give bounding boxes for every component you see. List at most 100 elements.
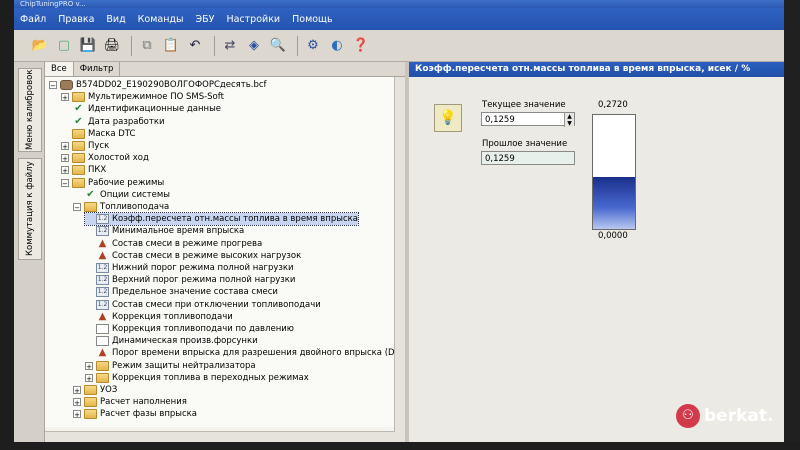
expand-icon[interactable]: + (61, 154, 69, 163)
tree-item[interactable]: ▲ Состав смеси в режиме прогрева (85, 237, 263, 250)
expand-icon[interactable]: + (61, 93, 69, 102)
menu-edit[interactable]: Правка (58, 14, 94, 25)
expand-icon[interactable]: + (73, 410, 81, 419)
tree-item[interactable]: ▲ Порог времени впрыска для разрешения дв… (85, 347, 395, 359)
tree-item-label: Идентификационные данные (88, 104, 222, 115)
tree-item[interactable]: + Режим защиты нейтрализатора (85, 360, 256, 372)
tree-item[interactable]: + Расчет наполнения (73, 396, 187, 408)
tree-vertical-scrollbar[interactable] (394, 77, 405, 442)
new-icon[interactable]: ▢ (54, 36, 74, 56)
help-icon[interactable]: ❓ (351, 36, 371, 56)
tree-item[interactable]: ✔ Опции системы (73, 189, 170, 201)
table-icon: 1.2 (96, 226, 109, 237)
tree-item[interactable]: Коррекция топливоподачи по давлению (85, 323, 294, 335)
tab-file-commutation[interactable]: Коммутация к файлу (18, 158, 42, 260)
print-icon[interactable]: 🖨 (102, 36, 122, 56)
collapse-icon[interactable]: − (49, 81, 57, 90)
tree-item-label: Коррекция топливоподачи по давлению (112, 324, 294, 334)
calibration-tree: − B574DD02_E190290ВОЛГОФОРСдесять.bcf + Мул… (45, 77, 395, 427)
tab-calibration-menu-label: Меню калибровок (25, 69, 35, 151)
gauge-fill (593, 176, 635, 229)
undo-icon[interactable]: ↶ (185, 36, 205, 56)
folder-icon (84, 409, 97, 420)
expand-icon[interactable]: + (85, 373, 93, 383)
info-icon[interactable]: ◈ (244, 36, 264, 56)
menu-ecu[interactable]: ЭБУ (196, 14, 215, 25)
tree-item[interactable]: 1.2 Нижний порог режима полной нагрузки (85, 262, 294, 274)
tree-item-label: Динамическая произв.форсунки (112, 336, 258, 347)
expand-icon[interactable]: + (85, 361, 93, 371)
expand-icon[interactable]: + (73, 398, 81, 407)
tree-item[interactable]: 1.2 Предельное значение состава смеси (85, 286, 278, 298)
tree-item[interactable]: + Пуск (61, 140, 109, 152)
tree-item-label: УОЗ (100, 385, 118, 395)
collapse-icon[interactable]: − (73, 203, 81, 212)
tree-item[interactable]: 1.2 Состав смеси при отключении топливопо… (85, 299, 321, 311)
tree-item[interactable]: + Расчет фазы впрыска (73, 408, 197, 420)
search-icon[interactable]: 🔍 (268, 36, 288, 56)
tree-item-label: Режим защиты нейтрализатора (112, 360, 256, 371)
tab-filter[interactable]: Фильтр (74, 62, 121, 76)
folder-icon (72, 153, 85, 164)
previous-value-label: Прошлое значение (482, 139, 568, 149)
tree-item[interactable]: + Холостой ход (61, 152, 149, 164)
collapse-icon[interactable]: − (61, 178, 69, 188)
connect-icon[interactable]: ⇄ (220, 36, 240, 56)
parameter-panel: Коэфф.пересчета отн.массы топлива в врем… (409, 62, 784, 442)
menu-view[interactable]: Вид (106, 14, 125, 25)
tree-item-label: Порог времени впрыска для разрешения дво… (112, 348, 395, 359)
tree-item[interactable]: + Коррекция топлива в переходных режимах (85, 372, 309, 384)
window-titlebar: ChipTuningPRO v... (14, 0, 784, 8)
menu-file[interactable]: Файл (20, 14, 46, 25)
current-value-input[interactable]: 0,1259 ▲ ▼ (481, 112, 575, 127)
expand-icon[interactable]: + (61, 142, 69, 151)
tree-item-label: Нижний порог режима полной нагрузки (112, 263, 294, 273)
tree-item-label: B574DD02_E190290ВОЛГОФОРСдесять.bcf (76, 80, 267, 90)
parameter-header: Коэфф.пересчета отн.массы топлива в врем… (409, 62, 784, 77)
settings-icon[interactable]: ⚙ (303, 36, 323, 56)
tool-icon[interactable]: ◐ (327, 36, 347, 56)
watermark-logo-icon: ⚇ (676, 404, 700, 428)
menu-help[interactable]: Помощь (292, 14, 332, 25)
menu-bar: Файл Правка Вид Команды ЭБУ Настройки По… (14, 8, 784, 30)
tree-item[interactable]: 1.2 Верхний порог режима полной нагрузки (85, 274, 295, 286)
folder-icon (96, 372, 109, 383)
tree-item[interactable]: − Топливоподача (73, 201, 169, 213)
table-icon: 1.2 (96, 263, 109, 273)
chart-icon: ▲ (98, 237, 107, 249)
tree-item[interactable]: ▲ Коррекция топливоподачи (85, 311, 233, 323)
folder-icon (72, 141, 85, 151)
expand-icon[interactable]: + (61, 166, 69, 175)
tree-item[interactable]: Динамическая произв.форсунки (85, 335, 258, 347)
copy-icon[interactable]: ⧉ (137, 36, 157, 56)
tab-all[interactable]: Все (45, 62, 74, 76)
tree-item[interactable]: − Рабочие режимы (61, 177, 164, 189)
tree-horizontal-scrollbar[interactable] (45, 431, 395, 442)
tree-item-label: Расчет наполнения (100, 397, 187, 408)
menu-settings[interactable]: Настройки (226, 14, 280, 25)
menu-commands[interactable]: Команды (138, 14, 184, 25)
tree-item[interactable]: ✔ Идентификационные данные (61, 103, 221, 115)
tree-item-label: Коррекция топлива в переходных режимах (112, 372, 309, 383)
tree-item-label: Состав смеси в режиме высоких нагрузок (112, 250, 302, 261)
tab-calibration-menu[interactable]: Меню калибровок (18, 68, 42, 152)
monitor-bezel-left (0, 0, 14, 450)
tree-item[interactable]: + ПКХ (61, 164, 106, 176)
open-icon[interactable]: 📂 (30, 36, 50, 56)
lightbulb-icon[interactable]: 💡 (434, 104, 462, 132)
value-spinner[interactable]: ▲ ▼ (564, 113, 574, 127)
tree-item[interactable]: − B574DD02_E190290ВОЛГОФОРСдесять.bcf (49, 79, 267, 91)
save-icon[interactable]: 💾 (78, 36, 98, 56)
tree-item[interactable]: ▲ Состав смеси в режиме высоких нагрузок (85, 250, 302, 262)
tree-item-label: Минимальное время впрыска (112, 226, 245, 237)
tree-item[interactable]: + УОЗ (73, 384, 117, 396)
tree-item-label: Состав смеси в режиме прогрева (112, 238, 263, 249)
table-icon: 1.2 (96, 287, 109, 298)
expand-icon[interactable]: + (73, 386, 81, 395)
tree-item[interactable]: ✔ Дата разработки (61, 116, 164, 128)
tree-item[interactable]: Маска DTC (61, 128, 135, 140)
paste-icon[interactable]: 📋 (161, 36, 181, 56)
tree-item[interactable]: + Мультирежимное ПО SMS-Soft (61, 91, 224, 103)
tree-item[interactable]: 1.2 Коэфф.пересчета отн.массы топлива в в… (84, 212, 359, 227)
tree-item[interactable]: 1.2 Минимальное время впрыска (85, 225, 244, 237)
